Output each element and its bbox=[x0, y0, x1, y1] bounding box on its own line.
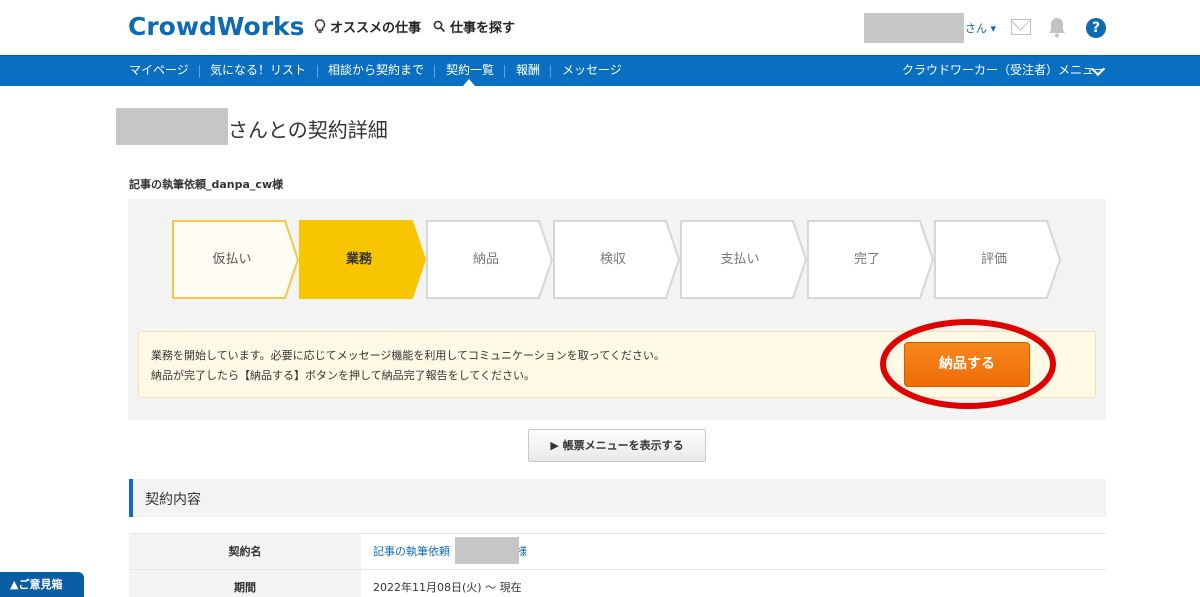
nav-messages[interactable]: メッセージ bbox=[562, 56, 622, 87]
lightbulb-icon bbox=[314, 19, 326, 33]
crowdworks-logo[interactable]: CrowdWorks bbox=[128, 12, 305, 41]
nav-rewards[interactable]: 報酬 bbox=[516, 56, 540, 87]
bell-icon[interactable] bbox=[1047, 16, 1067, 38]
mail-icon[interactable] bbox=[1011, 19, 1031, 35]
nav-divider bbox=[317, 65, 318, 78]
nav-favorites[interactable]: 気になる！リスト bbox=[210, 56, 306, 87]
step-label: 納品 bbox=[472, 252, 499, 267]
notice-line-2: 納品が完了したら【納品する】ボタンを押して納品完了報告をしてください。 bbox=[151, 369, 536, 382]
nav-recommended-label: オススメの仕事 bbox=[330, 21, 422, 36]
contract-name-prefix: 記事の執筆依頼 bbox=[373, 545, 450, 558]
search-icon bbox=[433, 20, 446, 33]
contract-period: 2022年11月08日(火) 〜 現在 bbox=[373, 581, 522, 594]
client-name-redacted bbox=[116, 108, 228, 145]
top-header: CrowdWorks オススメの仕事 仕事を探す さん ▾ ? bbox=[0, 0, 1200, 55]
username-redacted[interactable] bbox=[864, 13, 964, 43]
step-label: 仮払い bbox=[212, 252, 252, 267]
section-title: 契約内容 bbox=[145, 492, 201, 508]
nav-divider bbox=[434, 65, 435, 78]
feedback-box-button[interactable]: ▲ご意見箱 bbox=[0, 572, 84, 597]
job-name: 記事の執筆依頼_danpa_cw様 bbox=[129, 178, 284, 191]
main-navbar: マイページ 気になる！リスト 相談から契約まで 契約一覧 報酬 メッセージ クラ… bbox=[0, 55, 1200, 86]
nav-mypage[interactable]: マイページ bbox=[129, 56, 189, 87]
contract-section-header: 契約内容 bbox=[129, 479, 1106, 517]
nav-divider bbox=[504, 65, 505, 78]
user-menu-toggle[interactable]: さん ▾ bbox=[965, 20, 996, 36]
table-row: 契約名 記事の執筆依頼様 bbox=[129, 533, 1106, 569]
annotation-ring bbox=[880, 319, 1056, 409]
table-row: 期間 2022年11月08日(火) 〜 現在 bbox=[129, 569, 1106, 597]
row-label: 期間 bbox=[129, 570, 361, 597]
nav-find-job-label: 仕事を探す bbox=[450, 21, 516, 36]
nav-consult-to-contract[interactable]: 相談から契約まで bbox=[328, 56, 424, 87]
contract-name-redacted bbox=[455, 537, 519, 564]
step-label: 完了 bbox=[853, 252, 880, 267]
active-tab-caret bbox=[463, 79, 475, 86]
nav-find-job[interactable]: 仕事を探す bbox=[433, 17, 515, 36]
notice-line-1: 業務を開始しています。必要に応じてメッセージ機能を利用してコミュニケーションを取… bbox=[151, 349, 665, 362]
help-icon[interactable]: ? bbox=[1086, 18, 1106, 38]
step-label: 支払い bbox=[720, 252, 760, 267]
step-label: 評価 bbox=[980, 252, 1007, 267]
nav-recommended-jobs[interactable]: オススメの仕事 bbox=[314, 17, 421, 36]
step-label: 業務 bbox=[345, 252, 372, 267]
nav-divider bbox=[199, 65, 200, 78]
nav-divider bbox=[550, 65, 551, 78]
worker-menu[interactable]: クラウドワーカー（受注者）メニュー bbox=[902, 56, 1106, 87]
row-label: 契約名 bbox=[129, 534, 361, 569]
show-ledger-menu-button[interactable]: ▶ 帳票メニューを表示する bbox=[528, 429, 706, 462]
page-title: さんとの契約詳細 bbox=[228, 118, 388, 142]
step-label: 検収 bbox=[599, 252, 626, 267]
